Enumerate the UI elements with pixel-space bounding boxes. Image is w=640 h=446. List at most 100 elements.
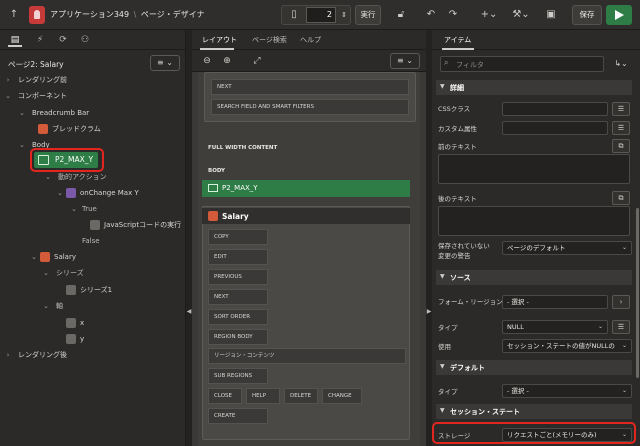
- utilities-menu-icon[interactable]: ⚒⌄: [506, 5, 536, 25]
- group-source[interactable]: ▼ ソース: [436, 270, 632, 285]
- lock-icon[interactable]: 🔓︎: [390, 5, 412, 25]
- tree-series[interactable]: シリーズ: [56, 266, 84, 280]
- page-stepper-icon[interactable]: ⇕: [337, 5, 351, 25]
- slot-create[interactable]: CREATE: [208, 408, 268, 424]
- tree-breadcrumb[interactable]: ブレッドクラム: [38, 122, 101, 136]
- dynamic-actions-tab-icon[interactable]: ⚡: [33, 33, 47, 47]
- arrow-up-icon[interactable]: ↑: [8, 9, 20, 21]
- go-to-group-icon[interactable]: ↳⌄: [610, 56, 632, 72]
- group-default[interactable]: ▼ デフォルト: [436, 360, 632, 375]
- save-button[interactable]: 保存: [572, 5, 602, 25]
- slot-delete[interactable]: DELETE: [284, 388, 318, 404]
- tab-item[interactable]: アイテム: [444, 35, 471, 45]
- tree-breadcrumb-bar[interactable]: Breadcrumb Bar: [32, 106, 89, 120]
- tab-help[interactable]: ヘルプ: [300, 35, 321, 45]
- tree-onchange[interactable]: onChange Max Y: [66, 186, 139, 200]
- zoom-in-icon[interactable]: ⊕: [220, 54, 234, 68]
- slot-next[interactable]: NEXT: [208, 289, 268, 305]
- slot-next-top[interactable]: NEXT: [211, 79, 409, 95]
- css-classes-input[interactable]: [502, 102, 608, 116]
- chevron-down-icon[interactable]: ⌄: [44, 170, 52, 184]
- chevron-down-icon[interactable]: ⌄: [56, 186, 64, 200]
- rendering-tab-icon[interactable]: ▤: [8, 33, 22, 47]
- tab-page-search[interactable]: ページ検索: [252, 35, 287, 45]
- zoom-out-icon[interactable]: ⊖: [200, 54, 214, 68]
- tree-false[interactable]: False: [82, 234, 100, 248]
- tree-rendering-before[interactable]: レンダリング前: [18, 73, 67, 87]
- scrollbar[interactable]: [636, 208, 639, 378]
- page-number-input[interactable]: 2: [306, 7, 336, 23]
- create-menu-icon[interactable]: +⌄: [474, 5, 504, 25]
- layout-menu-button[interactable]: ≡ ⌄: [390, 53, 420, 69]
- type-select[interactable]: NULL ⌄: [502, 320, 608, 334]
- slot-search-field[interactable]: SEARCH FIELD AND SMART FILTERS: [211, 99, 409, 115]
- tree-js-exec[interactable]: JavaScriptコードの実行: [90, 218, 181, 232]
- breadcrumb: アプリケーション349 \ ページ・デザイナ: [50, 9, 205, 20]
- undo-icon[interactable]: ↶: [420, 5, 442, 25]
- tree-rendering-after[interactable]: レンダリング後: [18, 348, 67, 362]
- list-icon[interactable]: ☰: [612, 121, 630, 135]
- tab-layout[interactable]: レイアウト: [202, 35, 237, 45]
- chevron-down-icon[interactable]: ⌄: [18, 138, 26, 152]
- list-icon[interactable]: ☰: [612, 320, 630, 334]
- chevron-down-icon[interactable]: ⌄: [70, 202, 78, 216]
- pre-text-textarea[interactable]: [438, 154, 630, 184]
- salary-title: Salary: [222, 212, 249, 221]
- redo-icon[interactable]: ↷: [442, 5, 464, 25]
- tree-components[interactable]: コンポーネント: [18, 89, 67, 103]
- slot-close[interactable]: CLOSE: [208, 388, 242, 404]
- slot-previous[interactable]: PREVIOUS: [208, 269, 268, 285]
- default-type-select[interactable]: - 選択 - ⌄: [502, 384, 632, 398]
- tree-menu-button[interactable]: ≡ ⌄: [150, 55, 180, 71]
- chevron-down-icon[interactable]: ⌄: [4, 89, 12, 103]
- processing-tab-icon[interactable]: ⟳: [56, 33, 70, 47]
- post-text-textarea[interactable]: [438, 206, 630, 236]
- code-editor-icon[interactable]: ⧉: [612, 139, 630, 153]
- slot-sort-order[interactable]: SORT ORDER: [208, 309, 268, 325]
- shared-components-tab-icon[interactable]: ⚇: [78, 33, 92, 47]
- chart-icon: [208, 211, 218, 221]
- chevron-down-icon[interactable]: ⌄: [42, 299, 50, 313]
- active-tab-indicator: [442, 48, 474, 50]
- tree-axes[interactable]: 軸: [56, 299, 63, 313]
- slot-change[interactable]: CHANGE: [322, 388, 362, 404]
- chevron-down-icon: ▼: [440, 363, 445, 370]
- chevron-down-icon[interactable]: ⌄: [18, 106, 26, 120]
- shared-components-icon[interactable]: ▣: [540, 5, 562, 25]
- slot-copy[interactable]: COPY: [208, 229, 268, 245]
- app-title[interactable]: アプリケーション349: [50, 10, 129, 19]
- chevron-right-icon[interactable]: ›: [612, 295, 630, 309]
- slot-help[interactable]: HELP: [246, 388, 280, 404]
- tree-axis-x[interactable]: x: [66, 316, 84, 330]
- tree-salary[interactable]: Salary: [40, 250, 76, 264]
- custom-attributes-input[interactable]: [502, 121, 608, 135]
- tree-series1[interactable]: シリーズ1: [66, 283, 112, 297]
- slot-region-body[interactable]: REGION BODY: [208, 329, 268, 345]
- group-session-state[interactable]: ▼ セッション・ステート: [436, 404, 632, 419]
- chevron-down-icon[interactable]: ⌄: [30, 250, 38, 264]
- region-top: NEXT SEARCH FIELD AND SMART FILTERS: [204, 72, 416, 122]
- action-icon: [90, 220, 100, 230]
- app-logo-icon[interactable]: [29, 6, 45, 24]
- layout-toolbar: ⊖ ⊕ ⤢ ≡ ⌄: [192, 50, 426, 72]
- list-icon[interactable]: ☰: [612, 102, 630, 116]
- page-icon[interactable]: ▯: [283, 5, 305, 25]
- form-region-select[interactable]: - 選択 -: [502, 295, 608, 309]
- chevron-right-icon[interactable]: ›: [4, 73, 12, 87]
- slot-sub-regions[interactable]: SUB REGIONS: [208, 368, 268, 384]
- group-details[interactable]: ▼ 詳細: [436, 80, 632, 95]
- code-editor-icon[interactable]: ⧉: [612, 191, 630, 205]
- slot-edit[interactable]: EDIT: [208, 249, 268, 265]
- tree-axis-y[interactable]: y: [66, 332, 84, 346]
- save-and-run-button[interactable]: [606, 5, 632, 25]
- used-select[interactable]: セッション・ステートの値がNULLの ⌄: [502, 339, 632, 353]
- tree-dynamic-actions[interactable]: 動的アクション: [58, 170, 107, 184]
- chevron-down-icon[interactable]: ⌄: [42, 266, 50, 280]
- slot-region-content[interactable]: リージョン・コンテンツ: [208, 348, 406, 364]
- chevron-right-icon[interactable]: ›: [4, 348, 12, 362]
- tree-true[interactable]: True: [82, 202, 97, 216]
- run-button[interactable]: 実行: [355, 5, 381, 25]
- type-value: NULL: [507, 323, 524, 331]
- expand-icon[interactable]: ⤢: [250, 54, 264, 68]
- unsaved-warning-select[interactable]: ページのデフォルト ⌄: [502, 241, 632, 255]
